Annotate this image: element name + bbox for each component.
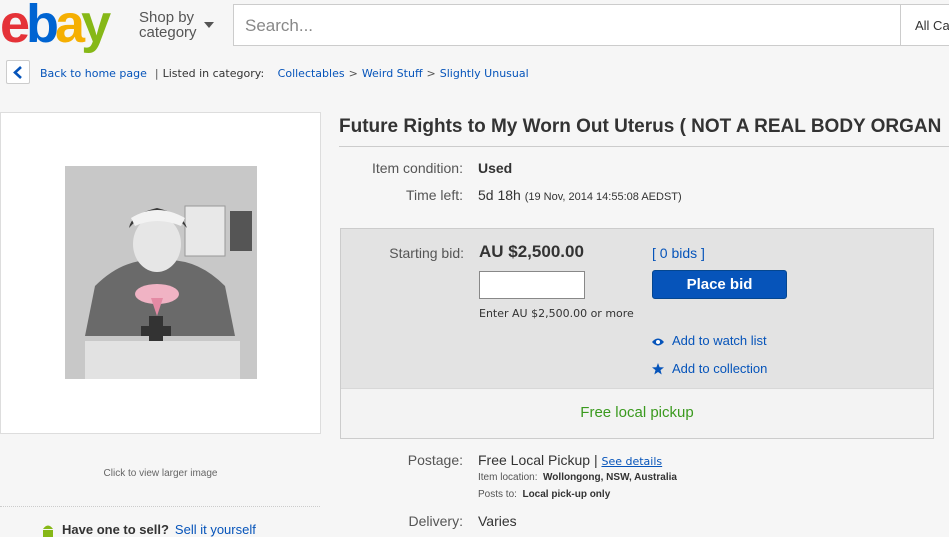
- chevron-left-icon: [13, 66, 22, 79]
- add-to-watch-list-link[interactable]: Add to watch list: [652, 333, 767, 348]
- time-left-value: 5d 18h: [478, 187, 521, 203]
- item-photo[interactable]: [65, 166, 257, 379]
- sell-yourself-row: Have one to sell? Sell it yourself: [40, 522, 256, 537]
- eye-icon: [652, 338, 664, 346]
- star-icon: [652, 363, 664, 375]
- item-location-value: Wollongong, NSW, Australia: [543, 472, 677, 483]
- bid-count-link[interactable]: [ 0 bids ]: [652, 245, 705, 261]
- chevron-down-icon: [204, 22, 214, 28]
- bid-section: Starting bid: AU $2,500.00 [ 0 bids ] Pl…: [341, 229, 933, 388]
- postage-label: Postage:: [407, 452, 463, 468]
- search-input[interactable]: Search...: [233, 4, 901, 46]
- delivery-label: Delivery:: [408, 513, 463, 529]
- time-left-row: 5d 18h (19 Nov, 2014 14:55:08 AEDST): [478, 187, 682, 203]
- ebay-logo[interactable]: ebay: [0, 0, 111, 51]
- bid-hint: Enter AU $2,500.00 or more: [479, 307, 634, 320]
- back-to-home-link[interactable]: Back to home page: [40, 67, 147, 80]
- end-date: (19 Nov, 2014 14:55:08 AEDST): [524, 191, 682, 203]
- condition-label: Item condition:: [371, 160, 463, 176]
- place-bid-button[interactable]: Place bid: [652, 270, 787, 299]
- shop-by-category-button[interactable]: Shop by category: [139, 10, 214, 40]
- starting-bid-price: AU $2,500.00: [479, 242, 584, 261]
- title-divider: [339, 146, 949, 147]
- breadcrumb: Back to home page | Listed in category: Co…: [40, 67, 529, 80]
- delivery-value: Varies: [478, 513, 517, 529]
- starting-bid-label: Starting bid:: [389, 245, 464, 261]
- bid-box: Starting bid: AU $2,500.00 [ 0 bids ] Pl…: [340, 228, 934, 439]
- android-icon: [43, 525, 53, 537]
- item-image-panel[interactable]: [0, 112, 321, 434]
- category-select[interactable]: All Ca: [901, 4, 949, 46]
- breadcrumb-collectables[interactable]: Collectables: [278, 67, 345, 80]
- back-button[interactable]: [6, 60, 30, 84]
- free-local-pickup-text: Free local pickup: [580, 404, 694, 421]
- bid-amount-input[interactable]: [479, 271, 585, 299]
- postage-value: Free Local Pickup: [478, 452, 591, 468]
- add-to-collection-link[interactable]: Add to collection: [652, 361, 767, 376]
- postage-row: Free Local Pickup | See details: [478, 452, 663, 468]
- posts-to-row: Posts to: Local pick-up only: [478, 489, 611, 500]
- breadcrumb-weird-stuff[interactable]: Weird Stuff: [362, 67, 423, 80]
- posts-to-value: Local pick-up only: [522, 489, 611, 500]
- item-title: Future Rights to My Worn Out Uterus ( NO…: [339, 116, 942, 137]
- listed-in-label: Listed in category:: [162, 67, 265, 80]
- divider: [0, 506, 320, 507]
- click-to-enlarge-hint: Click to view larger image: [103, 468, 218, 479]
- pickup-section: Free local pickup: [341, 388, 933, 438]
- time-left-label: Time left:: [405, 187, 463, 203]
- sell-it-yourself-link[interactable]: Sell it yourself: [175, 522, 256, 537]
- condition-value: Used: [478, 160, 513, 176]
- item-location-row: Item location: Wollongong, NSW, Australi…: [478, 472, 677, 483]
- breadcrumb-slightly-unusual[interactable]: Slightly Unusual: [440, 67, 529, 80]
- see-details-link[interactable]: See details: [601, 455, 662, 468]
